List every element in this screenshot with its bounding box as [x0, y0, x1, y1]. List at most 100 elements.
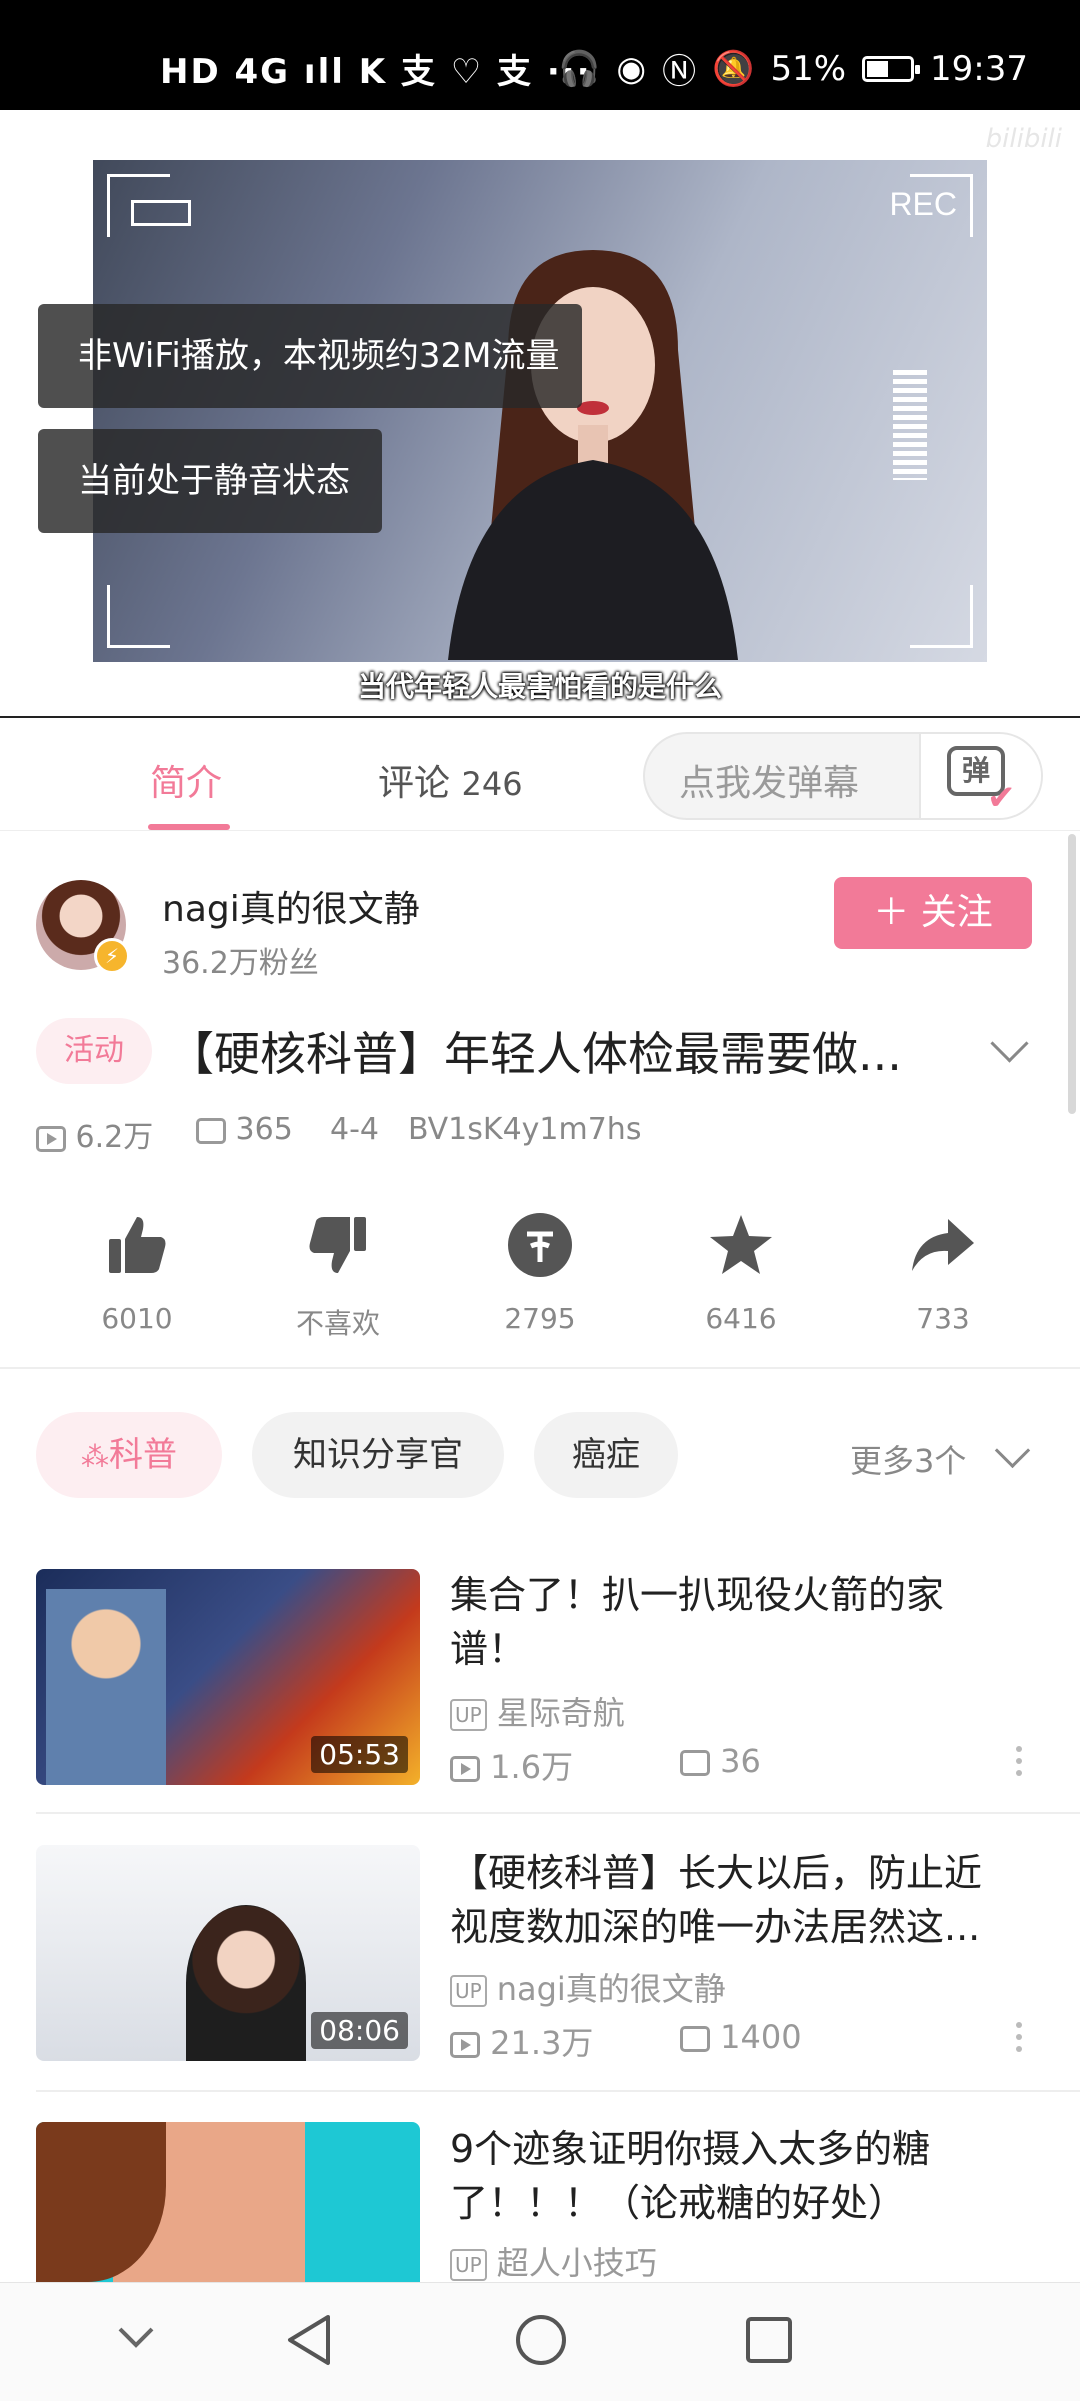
plus-icon: ＋ [873, 892, 910, 933]
video-player[interactable]: bilibili REC 非WiFi播放，本视频约32M流量 当前处于静音状态 … [0, 110, 1080, 719]
headset-icon: 🎧 [558, 48, 601, 89]
danmaku-count-icon [680, 1750, 710, 1776]
follow-label: 关注 [920, 892, 993, 933]
danmaku-count-icon [196, 1117, 226, 1144]
danmu-placeholder: 点我发弹幕 [679, 763, 860, 804]
hide-keyboard-chevron-icon[interactable] [116, 2325, 156, 2351]
thumbnail-hair [36, 2122, 166, 2282]
status-bar: HD 4G ıll K 支 ♡ 支 ··· 🎧 ◉ Ⓝ 🔕 51% 19:37 [0, 0, 1080, 110]
back-triangle-icon[interactable] [284, 2313, 334, 2367]
rec-thumbnail[interactable]: 05:53 [36, 1569, 420, 1785]
danmu-input[interactable]: 点我发弹幕 弹 ✔ [643, 732, 1043, 820]
thumbnail-person [46, 1589, 166, 1785]
danmaku-stat: 365 [196, 1112, 293, 1147]
system-nav-bar [0, 2282, 1080, 2401]
like-button[interactable]: 6010 [67, 1210, 207, 1335]
recents-square-icon[interactable] [744, 2315, 794, 2365]
tab-intro[interactable]: 简介 [150, 754, 222, 806]
video-person-illustration [448, 250, 738, 660]
tab-comments-count: 246 [461, 765, 523, 803]
rec-danmaku: 36 [680, 1742, 761, 1780]
thumbs-up-icon [102, 1210, 172, 1280]
publish-date: 4-4 [330, 1112, 379, 1147]
divider [36, 2090, 1080, 2092]
uploader-name[interactable]: nagi真的很文静 [162, 880, 420, 932]
mute-bell-icon: 🔕 [712, 48, 755, 89]
rec-author[interactable]: UP 星际奇航 [450, 1688, 625, 1734]
views-stat: 6.2万 [36, 1112, 153, 1156]
frame-corner-br [910, 585, 973, 648]
more-options-icon[interactable] [1016, 1746, 1024, 1782]
views-count: 6.2万 [75, 1120, 154, 1155]
video-frame[interactable]: REC [93, 160, 987, 662]
more-options-icon[interactable] [1016, 2022, 1024, 2058]
danmu-toggle-button[interactable]: 弹 ✔ [919, 734, 1041, 818]
rec-title-line: 视度数加深的唯一办法居然这... [450, 1905, 981, 1949]
up-badge: UP [450, 1699, 487, 1731]
frame-corner-bl [107, 585, 170, 648]
dislike-button[interactable]: 不喜欢 [268, 1210, 408, 1342]
share-button[interactable]: 733 [873, 1210, 1013, 1335]
home-circle-icon[interactable] [514, 2313, 568, 2367]
rec-author[interactable]: UP nagi真的很文静 [450, 1964, 726, 2010]
rec-author-name: 超人小技巧 [496, 2244, 657, 2282]
favorite-count: 6416 [705, 1302, 777, 1335]
chevron-down-icon[interactable] [990, 1024, 1029, 1063]
rec-thumbnail[interactable]: 08:06 [36, 1845, 420, 2061]
tab-comments[interactable]: 评论 246 [378, 754, 523, 806]
play-count-icon [36, 1125, 66, 1152]
chip-science[interactable]: ⁂科普 [36, 1412, 222, 1498]
eye-icon: ◉ [616, 48, 647, 89]
scrollbar[interactable] [1068, 834, 1076, 1114]
chip-cancer[interactable]: 癌症 [534, 1412, 678, 1498]
thumbnail-person [186, 1905, 306, 2061]
danmu-check-icon: ✔ [987, 778, 1016, 818]
favorite-button[interactable]: 6416 [671, 1210, 811, 1335]
rec-author[interactable]: UP 超人小技巧 [450, 2238, 657, 2284]
bvid: BV1sK4y1m7hs [408, 1112, 642, 1147]
rec-label: REC [889, 186, 957, 222]
toast-muted: 当前处于静音状态 [38, 429, 382, 533]
uploader-fans: 36.2万粉丝 [162, 946, 319, 981]
verified-badge-icon: ⚡ [94, 938, 130, 974]
like-count: 6010 [101, 1302, 173, 1335]
tab-indicator [148, 824, 230, 830]
divider [0, 1367, 1080, 1369]
up-badge: UP [450, 2249, 487, 2281]
tab-bar: 简介 评论 246 点我发弹幕 弹 ✔ [0, 718, 1080, 831]
follow-button[interactable]: ＋ 关注 [834, 877, 1032, 949]
chip-knowledge[interactable]: 知识分享官 [252, 1412, 504, 1498]
more-tags[interactable]: 更多3个 [850, 1436, 966, 1482]
rec-title[interactable]: 【硬核科普】长大以后，防止近 视度数加深的唯一办法居然这... [450, 1846, 1050, 1954]
video-subtitle: 当代年轻人最害怕看的是什么 [357, 670, 722, 703]
chevron-down-icon[interactable] [994, 1432, 1031, 1469]
dislike-label: 不喜欢 [295, 1307, 380, 1340]
divider [36, 1812, 1080, 1814]
status-right: 🎧 ◉ Ⓝ 🔕 51% 19:37 [558, 44, 1028, 93]
rec-title-line: 集合了！扒一扒现役火箭的家 [450, 1573, 945, 1617]
rec-views-count: 1.6万 [490, 1748, 574, 1786]
chip-science-label: 科普 [109, 1435, 177, 1475]
audio-meter-icon [893, 370, 927, 480]
science-dots-icon: ⁂ [81, 1440, 109, 1473]
rec-title[interactable]: 集合了！扒一扒现役火箭的家 谱！ [450, 1568, 1050, 1676]
clock: 19:37 [930, 48, 1028, 89]
rec-author-name: 星际奇航 [496, 1694, 625, 1732]
rec-danmaku-count: 1400 [720, 2018, 802, 2056]
rec-thumbnail[interactable] [36, 2122, 420, 2282]
rec-title-line: 【硬核科普】长大以后，防止近 [450, 1851, 983, 1895]
activity-tag[interactable]: 活动 [36, 1018, 152, 1084]
play-count-icon [450, 1756, 480, 1782]
rec-author-name: nagi真的很文静 [496, 1970, 726, 2008]
coin-icon [505, 1210, 575, 1280]
rec-title-line: 了！！！（论戒糖的好处） [450, 2181, 907, 2225]
coin-button[interactable]: 2795 [470, 1210, 610, 1335]
rec-title[interactable]: 9个迹象证明你摄入太多的糖 了！！！（论戒糖的好处） [450, 2122, 1050, 2230]
battery-percent: 51% [770, 48, 847, 89]
rec-views: 21.3万 [450, 2018, 593, 2064]
nfc-icon: Ⓝ [662, 52, 697, 92]
video-title: 【硬核科普】年轻人体检最需要做... [168, 1027, 902, 1081]
share-arrow-icon [908, 1210, 978, 1280]
battery-fill [867, 60, 889, 77]
status-left-icons: HD 4G ıll K 支 ♡ 支 ··· [160, 52, 592, 92]
